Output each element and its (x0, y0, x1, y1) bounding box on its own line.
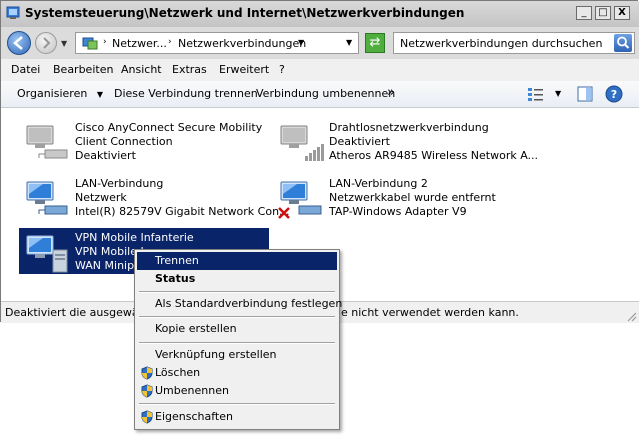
search-input[interactable]: Netzwerkverbindungen durchsuchen (393, 32, 635, 54)
connection-device: Deaktiviert (75, 149, 136, 162)
breadcrumb-item-netzwerk[interactable]: Netzwer... (112, 37, 167, 50)
vpn-connection-icon (26, 235, 68, 273)
connection-device: Intel(R) 82579V Gigabit Network Con... (75, 205, 290, 218)
view-dropdown-icon[interactable]: ▼ (555, 89, 561, 98)
menu-item-label: Umbenennen (155, 384, 229, 397)
view-options-icon[interactable] (527, 86, 545, 102)
menu-datei[interactable]: Datei (11, 63, 40, 76)
network-adapter-unplugged-icon (278, 181, 322, 219)
help-icon[interactable]: ? (605, 85, 623, 103)
minimize-button[interactable]: _ (576, 6, 592, 20)
status-text-left: Deaktiviert die ausgewähl (5, 306, 149, 319)
menu-bearbeiten[interactable]: Bearbeiten (53, 63, 113, 76)
connection-status: Netzwerk (75, 191, 127, 204)
menu-separator (139, 403, 335, 405)
command-bar: Organisieren ▼ Diese Verbindung trennen … (1, 81, 639, 108)
menu-item-delete[interactable]: Löschen (137, 364, 337, 382)
menu-item-label: Eigenschaften (155, 410, 233, 423)
close-button[interactable]: X (614, 6, 630, 20)
forward-button[interactable] (35, 32, 57, 54)
menu-item-label: Löschen (155, 366, 201, 379)
refresh-icon: ⇄ (369, 35, 381, 50)
connection-status: Netzwerkkabel wurde entfernt (329, 191, 496, 204)
menu-item-set-default[interactable]: Als Standardverbindung festlegen (137, 295, 342, 313)
connection-device: TAP-Windows Adapter V9 (329, 205, 467, 218)
resize-grip-icon[interactable] (625, 310, 637, 322)
connection-name: LAN-Verbindung (75, 177, 164, 190)
window-title: Systemsteuerung\Netzwerk und Internet\Ne… (25, 6, 465, 20)
back-arrow-icon (13, 36, 23, 50)
menu-item-copy[interactable]: Kopie erstellen (137, 320, 337, 338)
menu-erweitert[interactable]: Erweitert (219, 63, 269, 76)
menu-bar: Datei Bearbeiten Ansicht Extras Erweiter… (1, 59, 639, 82)
connection-status: Deaktiviert (329, 135, 390, 148)
search-icon (617, 36, 630, 49)
connection-name: Cisco AnyConnect Secure Mobility (75, 121, 263, 134)
context-menu: Trennen Status Als Standardverbindung fe… (134, 249, 342, 430)
menu-separator (139, 316, 335, 318)
connection-name: Drahtlosnetzwerkverbindung (329, 121, 489, 134)
breadcrumb[interactable]: › Netzwer... › Netzwerkverbindungen ▼ ▼ (75, 32, 359, 54)
address-history-dropdown-icon[interactable]: ▼ (346, 38, 352, 47)
maximize-button[interactable]: □ (595, 6, 611, 20)
network-adapter-disabled-icon (26, 125, 68, 159)
connection-device: Atheros AR9485 Wireless Network A... (329, 149, 539, 162)
search-placeholder: Netzwerkverbindungen durchsuchen (400, 37, 603, 50)
organize-button[interactable]: Organisieren ▼ (17, 87, 103, 100)
chevron-down-icon: ▼ (96, 90, 103, 99)
refresh-button[interactable]: ⇄ (365, 33, 385, 53)
address-bar: ▼ › Netzwer... › Netzwerkverbindungen ▼ … (1, 27, 639, 59)
connection-status: Client Connection (75, 135, 173, 148)
menu-ansicht[interactable]: Ansicht (121, 63, 162, 76)
breadcrumb-separator-icon: › (103, 37, 107, 47)
menu-item-trennen[interactable]: Trennen (137, 252, 337, 270)
menu-separator (139, 291, 335, 293)
breadcrumb-dropdown-icon[interactable]: ▼ (298, 38, 304, 47)
menu-extras[interactable]: Extras (172, 63, 207, 76)
back-button[interactable] (7, 31, 31, 55)
network-adapter-icon (26, 181, 68, 215)
recent-pages-dropdown[interactable]: ▼ (61, 39, 67, 48)
network-folder-icon (82, 37, 98, 50)
search-button[interactable] (614, 34, 632, 52)
disconnect-button[interactable]: Diese Verbindung trennen (114, 87, 258, 100)
breadcrumb-item-netzwerkverbindungen[interactable]: Netzwerkverbindungen (178, 37, 306, 50)
connection-cisco-anyconnect[interactable]: Cisco AnyConnect Secure Mobility Client … (19, 118, 269, 164)
menu-item-status[interactable]: Status (137, 270, 337, 288)
connection-name: VPN Mobile Infanterie (75, 231, 194, 244)
control-panel-icon (6, 6, 20, 19)
forward-arrow-icon (43, 37, 51, 49)
menu-help[interactable]: ? (279, 63, 285, 76)
connection-lan-2[interactable]: LAN-Verbindung 2 Netzwerkkabel wurde ent… (273, 174, 523, 220)
title-bar[interactable]: Systemsteuerung\Netzwerk und Internet\Ne… (1, 1, 639, 28)
breadcrumb-separator-icon: › (168, 37, 172, 47)
menu-item-create-shortcut[interactable]: Verknüpfung erstellen (137, 346, 337, 364)
status-text-right: e nicht verwendet werden kann. (341, 306, 519, 319)
uac-shield-icon (141, 366, 153, 380)
more-commands-button[interactable]: » (387, 85, 395, 100)
svg-text:?: ? (611, 88, 617, 101)
connection-name: LAN-Verbindung 2 (329, 177, 428, 190)
menu-item-rename[interactable]: Umbenennen (137, 382, 337, 400)
uac-shield-icon (141, 384, 153, 398)
connection-lan[interactable]: LAN-Verbindung Netzwerk Intel(R) 82579V … (19, 174, 290, 220)
connection-wireless[interactable]: Drahtlosnetzwerkverbindung Deaktiviert A… (273, 118, 538, 164)
preview-pane-icon[interactable] (577, 86, 593, 102)
wireless-adapter-disabled-icon (280, 125, 324, 161)
menu-separator (139, 342, 335, 344)
uac-shield-icon (141, 410, 153, 424)
organize-label: Organisieren (17, 87, 88, 100)
menu-item-properties[interactable]: Eigenschaften (137, 408, 337, 426)
rename-connection-button[interactable]: Verbindung umbenennen (256, 87, 395, 100)
